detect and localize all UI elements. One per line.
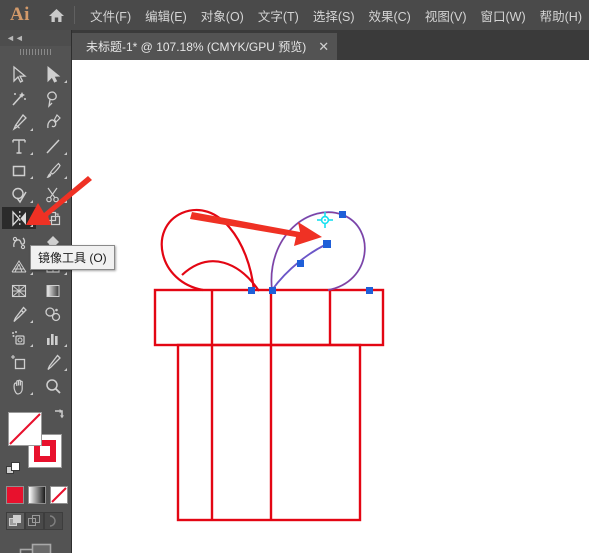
- gift-box-body-group[interactable]: [176, 343, 362, 522]
- fill-swatch[interactable]: [8, 412, 42, 446]
- anchor-point: [297, 260, 304, 267]
- app-logo: Ai: [9, 4, 30, 25]
- drawing-mode-buttons: [6, 512, 63, 530]
- gift-box-artwork[interactable]: [72, 60, 589, 553]
- draw-normal-button[interactable]: [6, 512, 25, 530]
- change-screen-mode-button[interactable]: [0, 542, 72, 553]
- bow-loop-right-selected[interactable]: [248, 211, 373, 294]
- anchor-point: [269, 287, 276, 294]
- magic-wand-tool[interactable]: [2, 87, 36, 109]
- anchor-point: [323, 240, 331, 248]
- annotation-arrow-canvas: [190, 212, 322, 246]
- blend-tool[interactable]: [36, 303, 70, 325]
- menu-file[interactable]: 文件(F): [83, 2, 138, 29]
- gradient-mode-button[interactable]: [28, 486, 46, 504]
- menu-window[interactable]: 窗口(W): [474, 2, 533, 29]
- artboard-tool[interactable]: [2, 351, 36, 373]
- scissors-tool[interactable]: [36, 183, 70, 205]
- close-icon[interactable]: ✕: [318, 40, 329, 53]
- artboard-canvas[interactable]: [72, 60, 589, 553]
- draw-inside-button[interactable]: [44, 512, 63, 530]
- anchor-point: [366, 287, 373, 294]
- gift-box-lid-group[interactable]: [153, 288, 385, 347]
- line-segment-tool[interactable]: [36, 135, 70, 157]
- anchor-point: [339, 211, 346, 218]
- document-tab-bar: 未标题-1* @ 107.18% (CMYK/GPU 预览) ✕: [0, 30, 589, 60]
- default-fill-stroke-icon[interactable]: [6, 462, 21, 482]
- menu-type[interactable]: 文字(T): [251, 2, 306, 29]
- slice-tool[interactable]: [36, 351, 70, 373]
- zoom-tool[interactable]: [36, 375, 70, 397]
- menu-select[interactable]: 选择(S): [306, 2, 362, 29]
- color-controls: [0, 402, 72, 553]
- shaper-tool[interactable]: [2, 183, 36, 205]
- gradient-tool[interactable]: [36, 279, 70, 301]
- menu-effect[interactable]: 效果(C): [361, 2, 417, 29]
- rectangle-tool[interactable]: [2, 159, 36, 181]
- menu-help[interactable]: 帮助(H): [533, 2, 589, 29]
- menu-object[interactable]: 对象(O): [194, 2, 251, 29]
- paintbrush-tool[interactable]: [36, 159, 70, 181]
- swap-fill-stroke-icon[interactable]: [51, 408, 66, 427]
- color-mode-button[interactable]: [6, 486, 24, 504]
- lasso-tool[interactable]: [36, 87, 70, 109]
- selection-tool[interactable]: [2, 63, 36, 85]
- column-graph-tool[interactable]: [36, 327, 70, 349]
- menu-edit[interactable]: 编辑(E): [138, 2, 194, 29]
- panel-drag-grip[interactable]: [0, 46, 71, 58]
- curvature-tool[interactable]: [36, 111, 70, 133]
- reflect-origin-marker[interactable]: [317, 212, 333, 228]
- reflect-tool[interactable]: [2, 207, 36, 229]
- tools-panel: ◄◄: [0, 30, 72, 553]
- pen-tool[interactable]: [2, 111, 36, 133]
- home-icon[interactable]: [40, 8, 72, 23]
- collapse-panel-button[interactable]: ◄◄: [0, 30, 71, 46]
- anchor-point: [248, 287, 255, 294]
- mesh-tool[interactable]: [2, 279, 36, 301]
- eyedropper-tool[interactable]: [2, 303, 36, 325]
- tool-tooltip: 镜像工具 (O): [30, 245, 115, 270]
- none-mode-button[interactable]: [50, 486, 68, 504]
- free-transform-tool[interactable]: [36, 207, 70, 229]
- type-tool[interactable]: [2, 135, 36, 157]
- hand-tool[interactable]: [2, 375, 36, 397]
- paint-mode-buttons: [6, 486, 68, 504]
- menu-view[interactable]: 视图(V): [418, 2, 474, 29]
- menu-divider: [74, 6, 76, 24]
- symbol-sprayer-tool[interactable]: [2, 327, 36, 349]
- menu-bar: Ai 文件(F) 编辑(E) 对象(O) 文字(T) 选择(S) 效果(C) 视图(V) 窗口…: [0, 0, 589, 30]
- document-tab[interactable]: 未标题-1* @ 107.18% (CMYK/GPU 预览) ✕: [72, 33, 338, 60]
- direct-selection-tool[interactable]: [36, 63, 70, 85]
- document-tab-title: 未标题-1* @ 107.18% (CMYK/GPU 预览): [86, 40, 307, 54]
- draw-behind-button[interactable]: [25, 512, 44, 530]
